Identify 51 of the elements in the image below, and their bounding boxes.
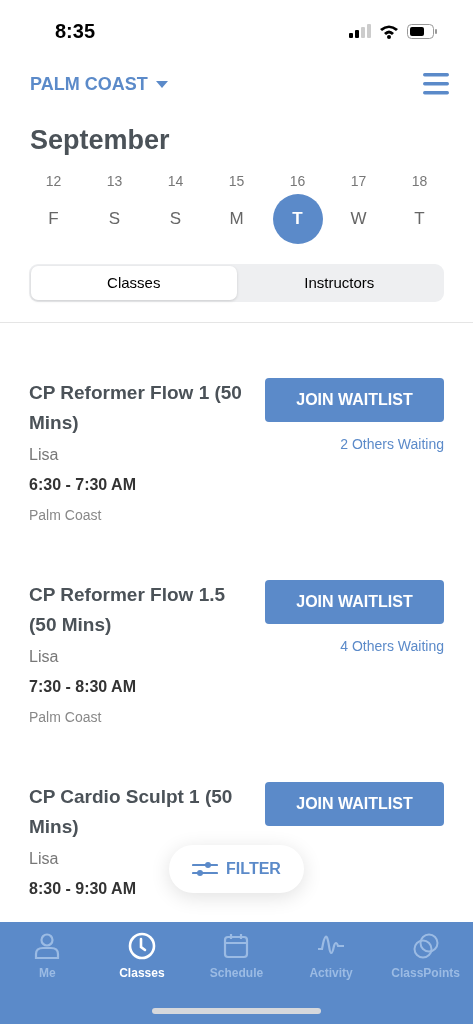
segment-tab[interactable]: Instructors (236, 266, 442, 300)
day-number: 16 (289, 172, 306, 191)
day-button[interactable]: T (394, 194, 445, 244)
class-time: 7:30 - 8:30 AM (29, 677, 136, 697)
tab-bar-item[interactable]: Schedule (189, 932, 284, 982)
calendar-icon (222, 932, 251, 960)
menu-icon[interactable] (423, 72, 449, 96)
join-waitlist-button[interactable]: JOIN WAITLIST (265, 378, 444, 422)
class-title: CP Reformer Flow 1 (50 Mins) (29, 381, 243, 435)
instructor-name: Lisa (29, 849, 59, 869)
class-time: 6:30 - 7:30 AM (29, 475, 136, 495)
day-number: 13 (106, 172, 123, 191)
day-number: 18 (411, 172, 428, 191)
day-button[interactable]: W (333, 194, 384, 244)
person-icon (33, 932, 62, 960)
day-number: 17 (350, 172, 367, 191)
tab-bar-item[interactable]: Classes (94, 932, 190, 982)
signal-icon (349, 24, 371, 38)
join-waitlist-button[interactable]: JOIN WAITLIST (265, 782, 444, 826)
class-title: CP Cardio Sculpt 1 (50 Mins) (29, 785, 234, 839)
segment-tab[interactable]: Classes (31, 266, 237, 300)
tab-bar-item[interactable]: ClassPoints (378, 932, 473, 982)
waiting-count: 2 Others Waiting (340, 435, 444, 454)
location-dropdown[interactable]: PALM COAST (30, 70, 168, 98)
day-number: 12 (45, 172, 62, 191)
caret-icon (155, 80, 168, 88)
class-location: Palm Coast (29, 506, 102, 525)
tab-bar-item[interactable]: Activity (283, 932, 379, 982)
month-heading: September (30, 125, 170, 155)
day-number: 14 (167, 172, 184, 191)
tab-bar-item[interactable]: Me (0, 932, 95, 982)
day-button[interactable]: M (211, 194, 262, 244)
day-number: 15 (228, 172, 245, 191)
class-location: Palm Coast (29, 708, 102, 727)
join-waitlist-button[interactable]: JOIN WAITLIST (265, 580, 444, 624)
clock-icon (127, 932, 156, 960)
status-time: 8:35 (55, 19, 96, 44)
day-button[interactable]: S (89, 194, 140, 244)
filter-button[interactable]: FILTER (169, 845, 304, 893)
class-title: CP Reformer Flow 1.5 (50 Mins) (29, 583, 227, 637)
day-button[interactable]: T (272, 194, 323, 244)
circles-icon (411, 932, 440, 960)
day-button[interactable]: S (150, 194, 201, 244)
battery-icon (407, 23, 437, 39)
instructor-name: Lisa (29, 647, 59, 667)
instructor-name: Lisa (29, 445, 59, 465)
wifi-icon (379, 23, 399, 39)
waiting-count: 4 Others Waiting (340, 637, 444, 656)
class-time: 8:30 - 9:30 AM (29, 879, 136, 899)
day-button[interactable]: F (28, 194, 79, 244)
sliders-icon (192, 859, 219, 879)
